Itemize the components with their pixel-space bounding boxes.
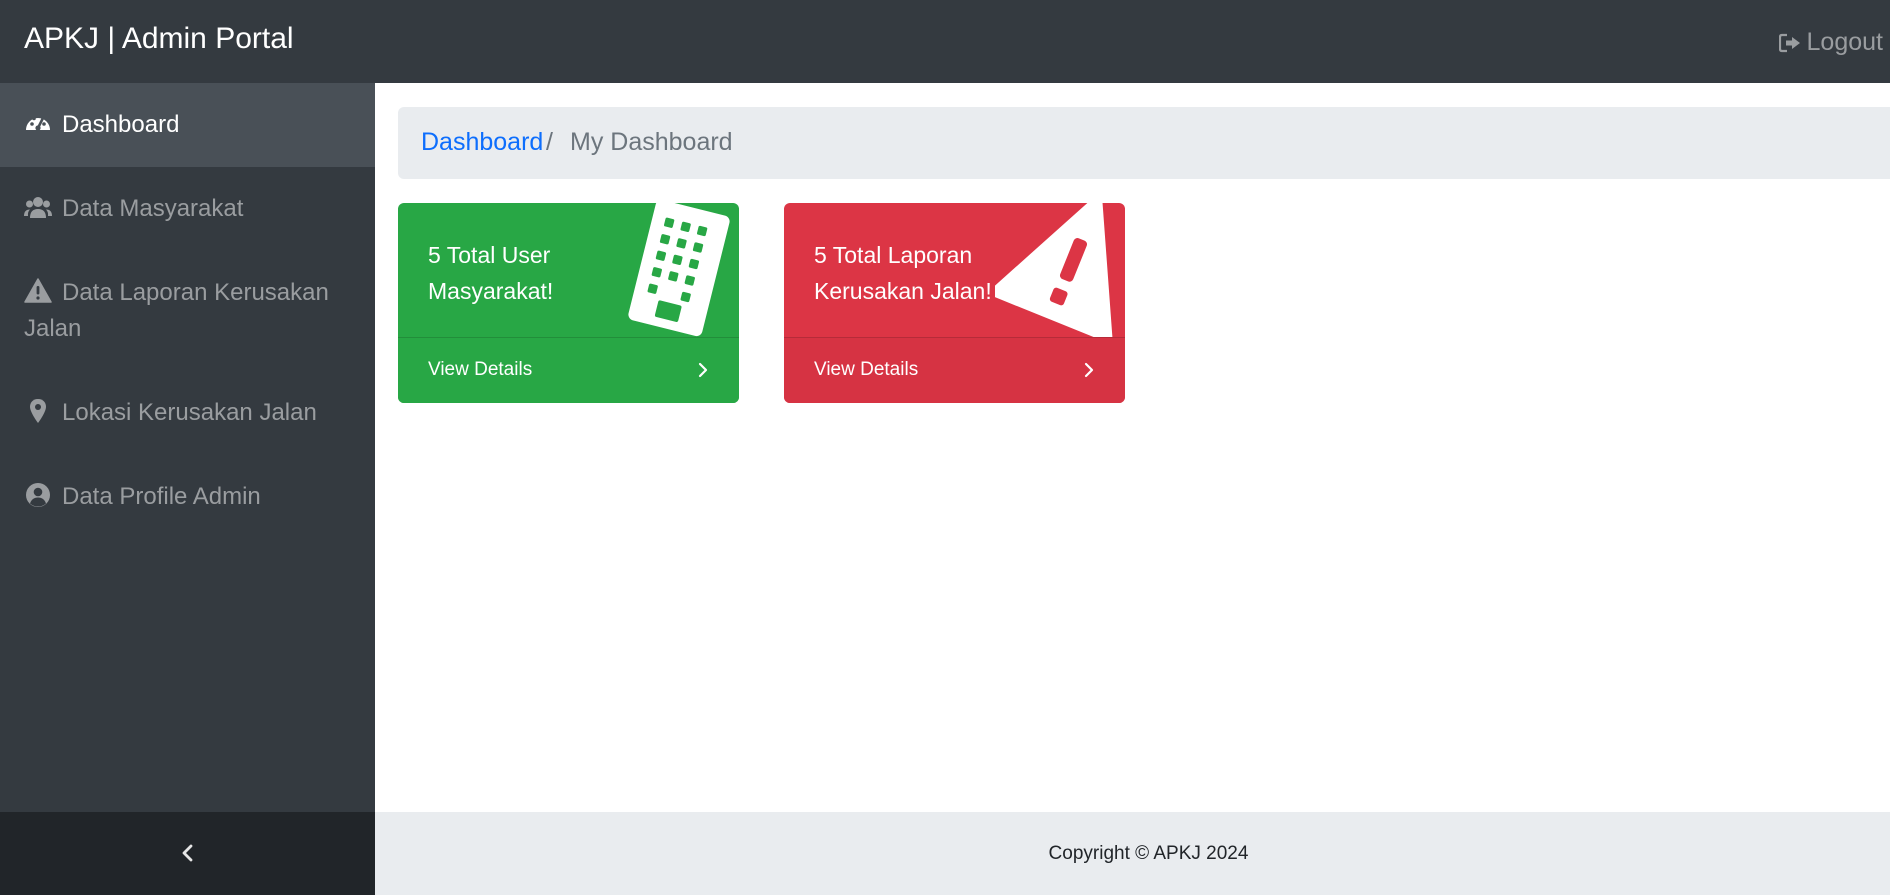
sidebar-item-label: Lokasi Kerusakan Jalan <box>62 399 317 426</box>
users-icon <box>24 197 52 218</box>
sidebar-item-label: Data Profile Admin <box>62 483 261 510</box>
top-navbar: APKJ | Admin Portal Logout <box>0 0 1890 83</box>
sign-out-icon <box>1778 33 1800 52</box>
brand-title[interactable]: APKJ | Admin Portal <box>24 22 294 56</box>
user-circle-icon <box>26 483 50 507</box>
sidebar-item-profile-admin[interactable]: Data Profile Admin <box>0 455 375 539</box>
chevron-left-icon[interactable] <box>177 842 199 864</box>
view-details-label: View Details <box>428 359 533 380</box>
map-marker-icon <box>30 399 46 423</box>
view-details-label: View Details <box>814 359 919 380</box>
warning-icon <box>24 278 52 303</box>
building-icon <box>628 203 730 337</box>
card-body: 5 Total Laporan Kerusakan Jalan! <box>784 203 1125 337</box>
logout-label: Logout <box>1806 28 1883 56</box>
sidebar: Dashboard Data Masyarakat Data Laporan K… <box>0 83 375 812</box>
logout-button[interactable]: Logout <box>1778 28 1883 57</box>
sidebar-item-label: Dashboard <box>62 111 180 138</box>
view-details-link[interactable]: View Details <box>784 337 1125 403</box>
sidebar-item-label: Data Masyarakat <box>62 195 244 222</box>
copyright-text: Copyright © APKJ 2024 <box>1048 843 1249 864</box>
sidebar-item-label: Data Laporan Kerusakan Jalan <box>24 279 329 342</box>
breadcrumb: Dashboard / My Dashboard <box>398 107 1890 179</box>
tachometer-icon <box>26 116 50 131</box>
card-total-user: 5 Total User Masyarakat! View Details <box>398 203 739 403</box>
card-total-laporan: 5 Total Laporan Kerusakan Jalan! View De… <box>784 203 1125 403</box>
chevron-right-icon <box>698 362 708 378</box>
chevron-right-icon <box>1084 362 1094 378</box>
sidebar-item-lokasi[interactable]: Lokasi Kerusakan Jalan <box>0 371 375 455</box>
sidebar-item-dashboard[interactable]: Dashboard <box>0 83 375 167</box>
sidebar-item-data-masyarakat[interactable]: Data Masyarakat <box>0 167 375 251</box>
breadcrumb-separator: / <box>546 128 553 156</box>
breadcrumb-link-dashboard[interactable]: Dashboard <box>421 128 543 157</box>
breadcrumb-current: My Dashboard <box>570 128 733 156</box>
view-details-link[interactable]: View Details <box>398 337 739 403</box>
card-body: 5 Total User Masyarakat! <box>398 203 739 337</box>
warning-icon <box>995 203 1113 337</box>
sidebar-item-data-laporan[interactable]: Data Laporan Kerusakan Jalan <box>0 251 375 371</box>
sidebar-toggle-bar <box>0 812 375 895</box>
page-footer: Copyright © APKJ 2024 <box>375 812 1890 895</box>
